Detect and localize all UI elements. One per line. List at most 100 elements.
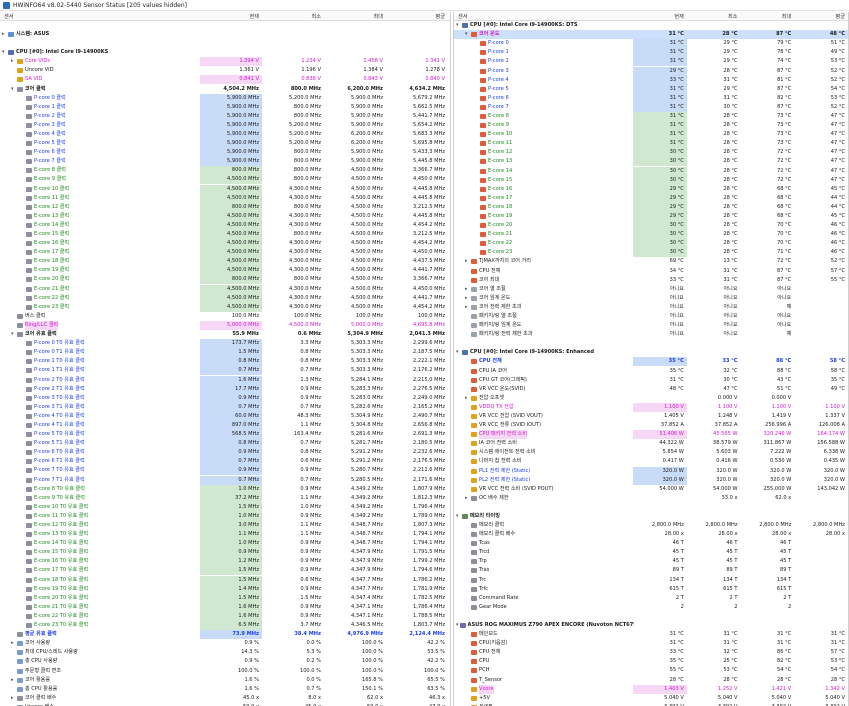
sensor-row[interactable]: VDDQ TX 전압 1.100 V 1.100 V 1.100 V 1.100 V: [454, 402, 848, 412]
sensor-row[interactable]: PL2 전력 제한 (Static) 320.0 W 320.0 W 320.0 W 3…: [454, 475, 848, 485]
col-avg[interactable]: 평균: [794, 13, 848, 20]
sensor-row[interactable]: P-core 2 31 °C 29 °C 74 °C 53 °C: [454, 57, 848, 67]
sensor-row[interactable]: E-core 14 T0 유효 클럭 1.0 MHz 0.9 MHz 4,348.7 …: [0, 539, 450, 549]
expand-toggle-icon[interactable]: ▸: [465, 494, 470, 503]
sensor-row[interactable]: E-core 17 클럭 4,500.0 MHz 4,300.0 MHz 4,500.…: [0, 248, 450, 258]
sensor-row[interactable]: P-core 4 T0 유효 클럭 60.0 MHz 48.3 MHz 5,304.9…: [0, 411, 450, 421]
sensor-group-header[interactable]: ▾ CPU [#0]: Intel Core i9-14900KS: Enhanc…: [454, 348, 848, 357]
sensor-row[interactable]: 패키지/링 전력 제한 초과 아니요 아니요 예: [454, 330, 848, 339]
left-sensor-panel[interactable]: 센서 현재 최소 최대 평균 ▸ 시스템: ASUS ▾ CPU [#0]: Inte…: [0, 12, 451, 706]
sensor-row[interactable]: E-core 19 클럭 4,500.0 MHz 4,300.0 MHz 4,500.…: [0, 266, 450, 276]
sensor-row[interactable]: P-core 2 T1 유효 클럭 17.7 MHz 0.9 MHz 5,283.3 …: [0, 384, 450, 394]
sensor-row[interactable]: ▸ TjMAX까지의 코어 거리 69 °C 13 °C 72 °C 52 °C: [454, 257, 848, 266]
sensor-row[interactable]: P-core 7 T0 유효 클럭 0.9 MHz 0.9 MHz 5,280.7 M…: [0, 466, 450, 476]
sensor-row[interactable]: ▸ OC 배수 제한 33.0 x 62.0 x: [454, 494, 848, 503]
sensor-row[interactable]: PCH 55 °C 53 °C 54 °C 54 °C: [454, 666, 848, 675]
sensor-group-header[interactable]: ▾ CPU [#0]: Intel Core i9-14900KS: [0, 48, 450, 57]
sensor-row[interactable]: Ring/LLC 클럭 5,000.0 MHz 4,500.0 MHz 5,000.0…: [0, 320, 450, 330]
sensor-row[interactable]: 패키지/링 열 조절 아니요 아니요 아니요: [454, 312, 848, 321]
sensor-row[interactable]: E-core 9 31 °C 28 °C 73 °C 47 °C: [454, 121, 848, 131]
sensor-row[interactable]: E-core 17 T0 유효 클럭 1.5 MHz 0.9 MHz 4,347.9 …: [0, 566, 450, 576]
sensor-row[interactable]: E-core 13 클럭 4,500.0 MHz 4,300.0 MHz 4,500.…: [0, 211, 450, 221]
sensor-row[interactable]: ▸ 코어 열 조절 아니요 아니요 아니요: [454, 285, 848, 294]
sensor-row[interactable]: CPU 35 °C 25 °C 82 °C 53 °C: [454, 657, 848, 666]
sensor-row[interactable]: E-core 13 T0 유효 클럭 1.1 MHz 1.1 MHz 4,348.7 …: [0, 530, 450, 540]
sensor-row[interactable]: E-core 10 클럭 4,500.0 MHz 4,300.0 MHz 4,500.…: [0, 184, 450, 194]
sensor-row[interactable]: E-core 8 클럭 800.0 MHz 800.0 MHz 4,500.0 MHz…: [0, 166, 450, 176]
expand-toggle-icon[interactable]: ▸: [465, 394, 470, 403]
sensor-row[interactable]: E-core 20 30 °C 28 °C 70 °C 46 °C: [454, 221, 848, 231]
sensor-row[interactable]: P-core 4 클럭 5,900.0 MHz 5,200.0 MHz 6,200.0…: [0, 129, 450, 139]
sensor-row[interactable]: P-core 2 클럭 5,900.0 MHz 800.0 MHz 5,900.0 M…: [0, 111, 450, 121]
sensor-row[interactable]: Trp 45 T 45 T 45 T: [454, 557, 848, 566]
sensor-row[interactable]: ▸ 코어 클럭 배수 45.0 x 8.0 x 62.0 x 46.3 x: [0, 694, 450, 703]
sensor-row[interactable]: P-core 5 T0 유효 클럭 568.5 MHz 163.4 MHz 5,281…: [0, 430, 450, 440]
sensor-row[interactable]: P-core 7 31 °C 30 °C 87 °C 52 °C: [454, 102, 848, 112]
sensor-row[interactable]: P-core 6 클럭 5,900.0 MHz 800.0 MHz 5,900.0 M…: [0, 148, 450, 158]
sensor-group-header[interactable]: ▾ 메모리 타이밍: [454, 512, 848, 521]
sensor-row[interactable]: P-core 4 T1 유효 클럭 897.0 MHz 1.1 MHz 5,304.8…: [0, 420, 450, 430]
sensor-row[interactable]: 메모리 클럭 2,800.0 MHz 2,800.0 MHz 2,800.0 MHz 2…: [454, 521, 848, 530]
sensor-row[interactable]: E-core 10 T0 유효 클럭 1.5 MHz 1.0 MHz 4,349.2 …: [0, 502, 450, 512]
sensor-group-header[interactable]: ▸ 시스템: ASUS: [0, 30, 450, 39]
sensor-row[interactable]: Command Rate 2 T 2 T 2 T: [454, 594, 848, 603]
collapse-toggle-icon[interactable]: ▾: [11, 330, 16, 339]
sensor-row[interactable]: 총 CPU 사용량 0.9 % 0.2 % 100.0 % 42.2 %: [0, 657, 450, 666]
sensor-row[interactable]: CPU(키읍감) 31 °C 31 °C 31 °C 31 °C: [454, 639, 848, 648]
expand-toggle-icon[interactable]: ▸: [465, 257, 470, 266]
sensor-row[interactable]: P-core 5 클럭 5,900.0 MHz 5,200.0 MHz 6,200.0…: [0, 139, 450, 149]
sensor-row[interactable]: P-core 1 31 °C 29 °C 78 °C 49 °C: [454, 48, 848, 58]
sensor-row[interactable]: ▸ 전압 오프셋 0.000 V 0.000 V: [454, 394, 848, 403]
sensor-row[interactable]: E-core 17 29 °C 28 °C 68 °C 44 °C: [454, 193, 848, 203]
sensor-row[interactable]: P-core 3 T1 유효 클럭 0.7 MHz 0.7 MHz 5,282.6 M…: [0, 402, 450, 412]
sensor-row[interactable]: E-core 21 T0 유효 클럭 1.6 MHz 0.9 MHz 4,347.1 …: [0, 602, 450, 612]
sensor-row[interactable]: E-core 11 클럭 4,500.0 MHz 4,300.0 MHz 4,500.…: [0, 193, 450, 203]
sensor-row[interactable]: VR VCC 전력 소비 (SVID POUT) 54.000 W 54.000 W…: [454, 485, 848, 494]
sensor-row[interactable]: 총 CPU 활용률 1.6 % 0.7 % 150.1 % 63.5 %: [0, 685, 450, 694]
sensor-row[interactable]: P-core 6 T0 유효 클럭 0.9 MHz 0.8 MHz 5,291.2 M…: [0, 448, 450, 458]
sensor-row[interactable]: P-core 6 T1 유효 클럭 0.7 MHz 0.6 MHz 5,291.2 M…: [0, 457, 450, 467]
sensor-row[interactable]: SA VID 0.841 V 0.838 V 0.843 V 0.840 V: [0, 75, 450, 85]
col-min[interactable]: 최소: [262, 13, 324, 20]
sensor-row[interactable]: E-core 21 클럭 4,500.0 MHz 4,300.0 MHz 4,500.…: [0, 284, 450, 294]
sensor-row[interactable]: E-core 19 T0 유효 클럭 1.4 MHz 0.9 MHz 4,347.7 …: [0, 584, 450, 594]
sensor-row[interactable]: Tras 89 T 89 T 89 T: [454, 566, 848, 575]
col-max[interactable]: 최대: [741, 13, 795, 20]
sensor-row[interactable]: 주문형 클럭 변조 100.0 % 100.0 % 100.0 % 100.0 %: [0, 666, 450, 675]
sensor-row[interactable]: 평균 유효 클럭 73.9 MHz 38.4 MHz 4,976.9 MHz 2,124…: [0, 630, 450, 640]
sensor-row[interactable]: E-core 12 T0 유효 클럭 3.0 MHz 1.1 MHz 4,348.7 …: [0, 521, 450, 531]
expand-toggle-icon[interactable]: ▸: [11, 57, 16, 66]
sensor-row[interactable]: E-core 11 31 °C 28 °C 73 °C 47 °C: [454, 139, 848, 149]
sensor-row[interactable]: VR VCC 온도(SVID) 48 °C 47 °C 51 °C 49 °C: [454, 385, 848, 394]
sensor-row[interactable]: 패키지/링 임계 온도 아니요 아니요 아니요: [454, 321, 848, 330]
sensor-row[interactable]: P-core 5 31 °C 29 °C 87 °C 54 °C: [454, 84, 848, 94]
sensor-row[interactable]: P-core 0 31 °C 29 °C 79 °C 51 °C: [454, 39, 848, 49]
sensor-row[interactable]: P-core 0 클럭 5,900.0 MHz 5,200.0 MHz 5,900.0…: [0, 93, 450, 103]
expand-toggle-icon[interactable]: ▸: [2, 30, 7, 39]
sensor-row[interactable]: CPU GT 코어(그래픽) 31 °C 30 °C 43 °C 35 °C: [454, 376, 848, 385]
sensor-row[interactable]: E-core 23 30 °C 28 °C 71 °C 46 °C: [454, 248, 848, 258]
sensor-row[interactable]: ▸ 코어 활용률 1.6 % 0.0 % 165.8 % 65.5 %: [0, 676, 450, 685]
sensor-row[interactable]: P-core 5 T1 유효 클럭 0.8 MHz 0.7 MHz 5,281.7 M…: [0, 439, 450, 449]
sensor-row[interactable]: Gear Mode 2 2 2: [454, 603, 848, 612]
sensor-row[interactable]: ▸ 코어 전력 제한 초과 아니요 아니요 예: [454, 303, 848, 312]
sensor-row[interactable]: CPU 전체 34 °C 31 °C 87 °C 57 °C: [454, 267, 848, 276]
col-sensor[interactable]: 센서: [0, 13, 200, 20]
sensor-row[interactable]: E-core 19 29 °C 28 °C 68 °C 45 °C: [454, 212, 848, 222]
sensor-row[interactable]: E-core 16 클럭 4,500.0 MHz 4,300.0 MHz 4,500.…: [0, 239, 450, 249]
sensor-row[interactable]: P-core 0 T1 유효 클럭 1.5 MHz 0.8 MHz 5,303.3 M…: [0, 348, 450, 358]
sensor-row[interactable]: P-core 1 T0 유효 클럭 0.8 MHz 0.8 MHz 5,303.3 M…: [0, 357, 450, 367]
sensor-row[interactable]: P-core 2 T0 유효 클럭 1.6 MHz 1.3 MHz 5,284.1 M…: [0, 375, 450, 385]
sensor-row[interactable]: E-core 18 29 °C 28 °C 68 °C 44 °C: [454, 202, 848, 212]
sensor-row[interactable]: E-core 23 T0 유효 클럭 6.5 MHz 3.7 MHz 4,346.5 …: [0, 621, 450, 631]
expand-toggle-icon[interactable]: ▸: [11, 676, 16, 685]
sensor-row[interactable]: PL1 전력 제한 (Static) 320.0 W 320.0 W 320.0 W 3…: [454, 466, 848, 476]
expand-toggle-icon[interactable]: ▸: [465, 285, 470, 294]
sensor-row[interactable]: E-core 15 T0 유효 클럭 0.9 MHz 0.9 MHz 4,347.9 …: [0, 548, 450, 558]
sensor-row[interactable]: E-core 12 30 °C 28 °C 72 °C 47 °C: [454, 148, 848, 158]
sensor-row[interactable]: E-core 10 31 °C 28 °C 73 °C 47 °C: [454, 130, 848, 140]
sensor-row[interactable]: E-core 21 30 °C 28 °C 70 °C 46 °C: [454, 230, 848, 240]
col-min[interactable]: 최소: [687, 13, 741, 20]
sensor-row[interactable]: P-core 1 클럭 5,900.0 MHz 800.0 MHz 5,900.0 M…: [0, 102, 450, 112]
sensor-row[interactable]: Tcas 46 T 46 T 46 T: [454, 539, 848, 548]
